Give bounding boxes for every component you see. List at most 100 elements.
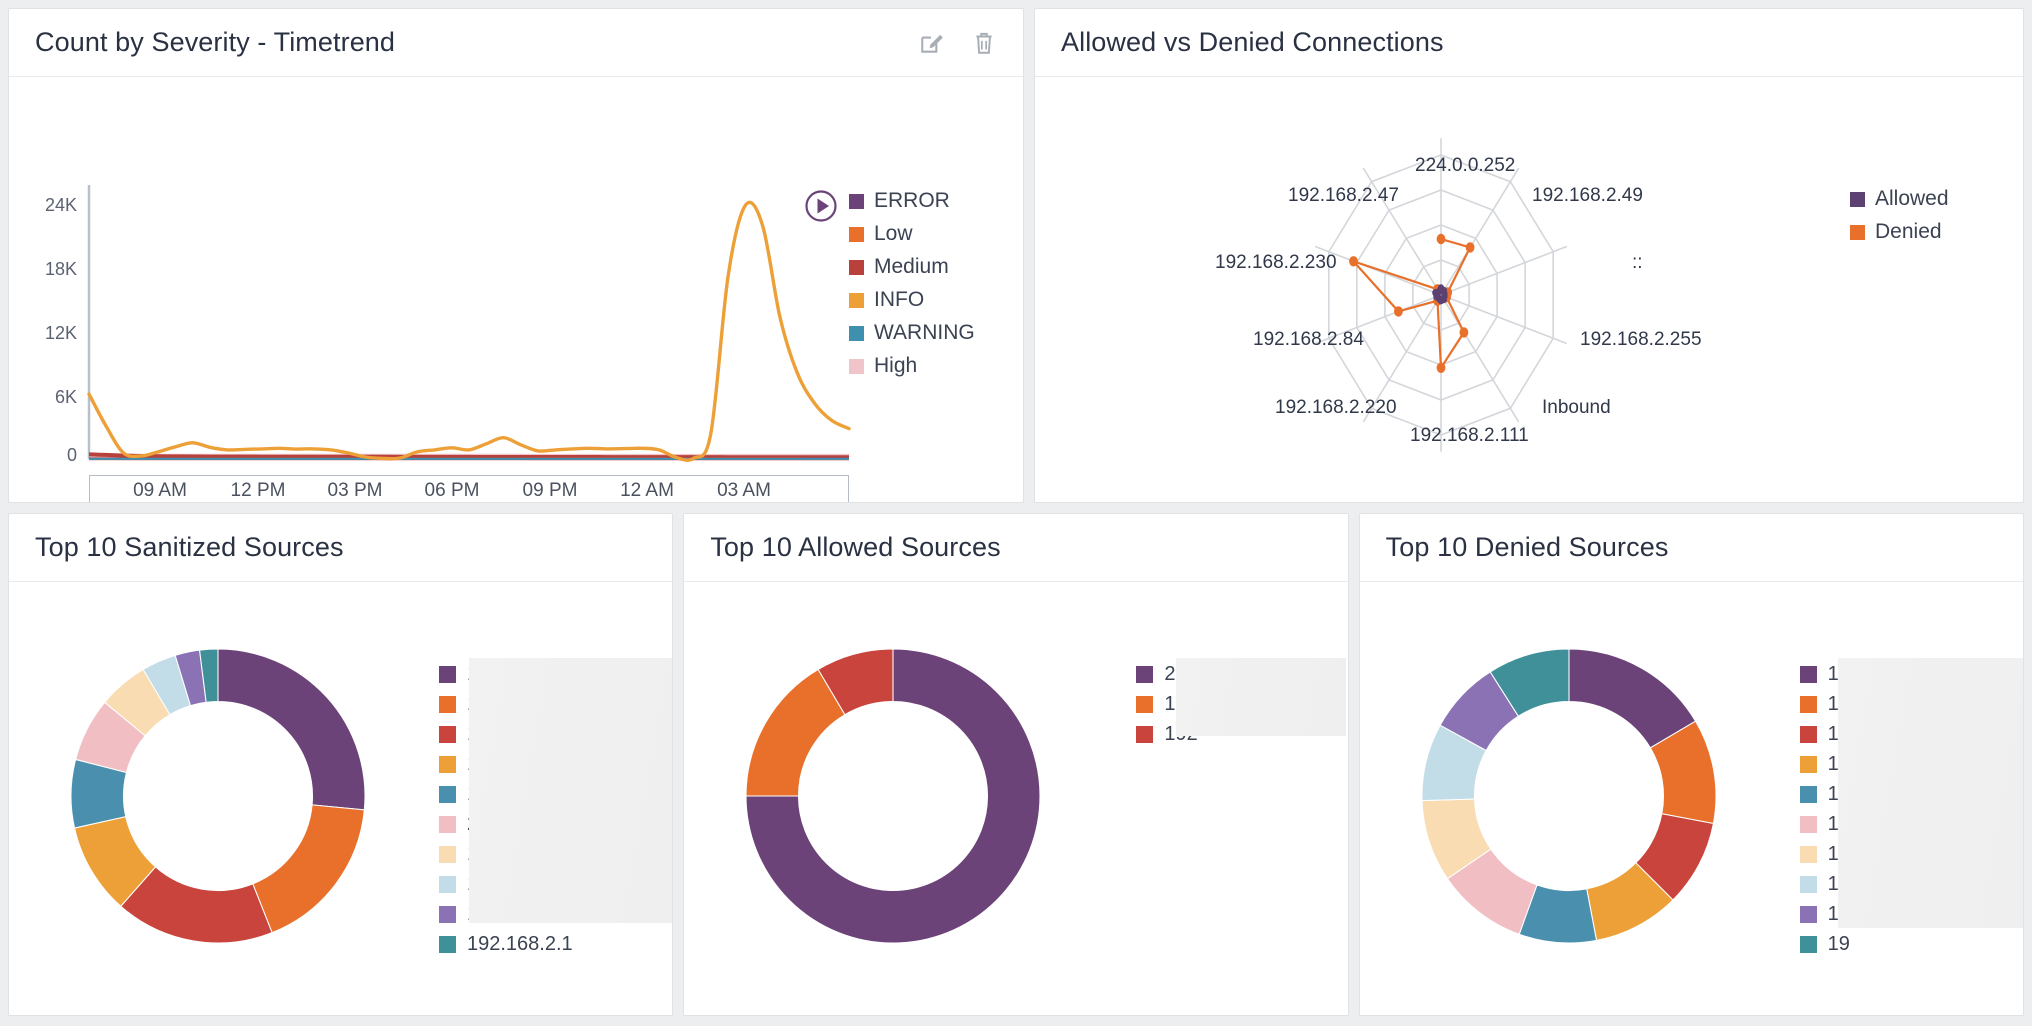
x-tick-03pm: 03 PM xyxy=(327,480,383,501)
donut-slice[interactable] xyxy=(217,648,366,811)
donut-legend-swatch xyxy=(439,935,456,953)
legend-item-error[interactable]: ERROR xyxy=(849,189,975,213)
donut-legend-swatch xyxy=(439,695,456,713)
donut-legend-item[interactable]: 1 xyxy=(439,902,573,925)
x-tick-09am: 09 AM xyxy=(133,480,187,501)
radar-axis-label-192-168-2-49: 192.168.2.49 xyxy=(1532,185,1643,206)
donut-legend-item[interactable]: 2 xyxy=(439,813,573,835)
donut-legend-item[interactable]: 1 xyxy=(439,663,573,685)
donut-legend-label: 19 xyxy=(1827,872,1850,895)
donut-legend-item[interactable]: 19 xyxy=(1799,843,1850,865)
panel-header-radar: Allowed vs Denied Connections xyxy=(1035,9,2023,77)
panel-title-radar: Allowed vs Denied Connections xyxy=(1061,27,1444,57)
radar-axis-label-192-168-2-111: 192.168.2.111 xyxy=(1410,425,1529,446)
donut-legend-label: 1 xyxy=(467,902,479,925)
donut-legend-swatch xyxy=(1799,695,1817,713)
legend-swatch-error xyxy=(849,193,864,209)
trash-icon[interactable] xyxy=(971,30,997,56)
donut-legend-item[interactable]: 19 xyxy=(1799,753,1850,775)
donut-legend-swatch xyxy=(1799,845,1817,863)
legend-item-allowed[interactable]: Allowed xyxy=(1850,187,1949,211)
donut-chart-sanitized: 1 1 1 1 1 2 1 1 1 192.168.2.1 xyxy=(9,582,673,1015)
donut-legend-swatch xyxy=(1799,755,1817,773)
legend-swatch-medium xyxy=(849,259,864,275)
donut-legend-item[interactable]: 19 xyxy=(1799,872,1850,895)
donut-legend-item[interactable]: 1 xyxy=(439,723,573,745)
legend-overlay-mask-allowed xyxy=(1176,658,1347,736)
donut-legend-item[interactable]: 1 xyxy=(439,783,573,805)
x-tick-06pm: 06 PM xyxy=(424,480,480,501)
donut-legend-item[interactable]: 1 xyxy=(439,693,573,715)
donut-legend-item[interactable]: 224 xyxy=(1136,663,1198,685)
donut-legend-swatch xyxy=(1136,665,1154,683)
donut-chart-allowed: 224 192 192 xyxy=(684,582,1347,1015)
donut-legend-swatch xyxy=(1799,875,1817,893)
donut-legend-item[interactable]: 1 xyxy=(439,873,573,895)
donut-legend-swatch xyxy=(1799,935,1817,953)
panel-top-10-allowed-sources: Top 10 Allowed Sources 224 192 192 xyxy=(683,513,1349,1016)
radar-axis-label-192-168-2-47: 192.168.2.47 xyxy=(1288,185,1399,206)
donut-legend-swatch xyxy=(1799,905,1817,923)
panel-title-timetrend: Count by Severity - Timetrend xyxy=(35,27,396,57)
donut-legend-item[interactable]: 19 xyxy=(1799,812,1850,835)
donut-legend-item[interactable]: 19 xyxy=(1799,903,1850,925)
panel-header-sanitized: Top 10 Sanitized Sources xyxy=(9,514,673,582)
donut-legend-swatch xyxy=(439,815,456,833)
donut-legend-label: 19 xyxy=(1827,662,1850,685)
donut-legend-item[interactable]: 192 xyxy=(1136,722,1198,745)
legend-swatch-warning xyxy=(849,325,864,341)
panel-title-sanitized: Top 10 Sanitized Sources xyxy=(35,532,344,562)
legend-swatch-info xyxy=(849,292,864,308)
legend-item-info[interactable]: INFO xyxy=(849,288,975,312)
y-tick-0: 0 xyxy=(66,445,77,465)
legend-overlay-mask-denied xyxy=(1837,658,2023,928)
panel-body-allowed: 224 192 192 xyxy=(684,582,1347,1015)
panel-body-sanitized: 1 1 1 1 1 2 1 1 1 192.168.2.1 xyxy=(9,582,673,1015)
donut-legend-swatch xyxy=(1799,725,1817,743)
radar-chart: 224.0.0.252 192.168.2.49 :: 192.168.2.25… xyxy=(1035,77,2023,502)
legend-label-error: ERROR xyxy=(874,189,950,212)
panel-title-allowed: Top 10 Allowed Sources xyxy=(710,532,1001,562)
legend-swatch-low xyxy=(849,226,864,242)
donut-legend-item[interactable]: 1 xyxy=(439,843,573,865)
donut-legend-label: 192 xyxy=(1164,692,1198,715)
legend-item-high[interactable]: High xyxy=(849,354,975,378)
legend-item-warning[interactable]: WARNING xyxy=(849,321,975,345)
donut-legend-label: 192 xyxy=(1164,722,1198,745)
legend-item-medium[interactable]: Medium xyxy=(849,255,975,279)
y-tick-6k: 6K xyxy=(54,387,77,407)
donut-legend-item[interactable]: 19 xyxy=(1799,662,1850,685)
donut-legend-swatch xyxy=(439,875,456,893)
donut-legend-item[interactable]: 19 xyxy=(1799,693,1850,715)
radar-axis-label-192-168-2-84: 192.168.2.84 xyxy=(1253,329,1364,350)
donut-legend-item[interactable]: 192.168.2.1 xyxy=(439,933,573,955)
donut-legend-item[interactable]: 1 xyxy=(439,753,573,775)
dashboard-row-bottom: Top 10 Sanitized Sources 1 1 1 1 1 2 1 1 1 192.16… xyxy=(8,513,2024,1016)
y-tick-24k: 24K xyxy=(44,195,77,215)
donut-legend-label: 19 xyxy=(1827,812,1850,835)
donut-canvas-sanitized xyxy=(70,648,366,944)
donut-legend-item[interactable]: 192 xyxy=(1136,692,1198,715)
legend-label-allowed: Allowed xyxy=(1875,187,1949,210)
donut-legend-swatch xyxy=(439,905,456,923)
donut-legend-swatch xyxy=(1799,785,1817,803)
x-tick-12pm: 12 PM xyxy=(230,480,286,501)
legend-swatch-denied xyxy=(1850,224,1865,240)
play-circle-icon[interactable] xyxy=(804,189,838,223)
donut-slice[interactable] xyxy=(252,804,365,934)
donut-svg-holder-allowed xyxy=(718,621,1068,976)
panel-top-10-sanitized-sources: Top 10 Sanitized Sources 1 1 1 1 1 2 1 1 1 192.16… xyxy=(8,513,674,1016)
donut-legend-swatch xyxy=(1136,725,1154,743)
donut-legend-swatch xyxy=(439,785,456,803)
donut-legend-item[interactable]: 19 xyxy=(1799,723,1850,745)
legend-label-high: High xyxy=(874,354,918,377)
donut-legend-item[interactable]: 19 xyxy=(1799,782,1850,805)
panel-body-timetrend: 24K 18K 12K 6K 0 ERROR Low Medium INFO W… xyxy=(9,77,1023,502)
legend-item-denied[interactable]: Denied xyxy=(1850,220,1949,244)
donut-legend-denied: 19 19 19 19 19 19 19 19 19 19 xyxy=(1799,662,1850,955)
donut-legend-label: 19 xyxy=(1827,782,1850,805)
edit-pencil-icon[interactable] xyxy=(919,30,945,56)
panel-top-10-denied-sources: Top 10 Denied Sources 19 19 19 19 19 19 19 19 19… xyxy=(1358,513,2024,1016)
donut-legend-item[interactable]: 19 xyxy=(1799,933,1850,955)
legend-item-low[interactable]: Low xyxy=(849,222,975,246)
